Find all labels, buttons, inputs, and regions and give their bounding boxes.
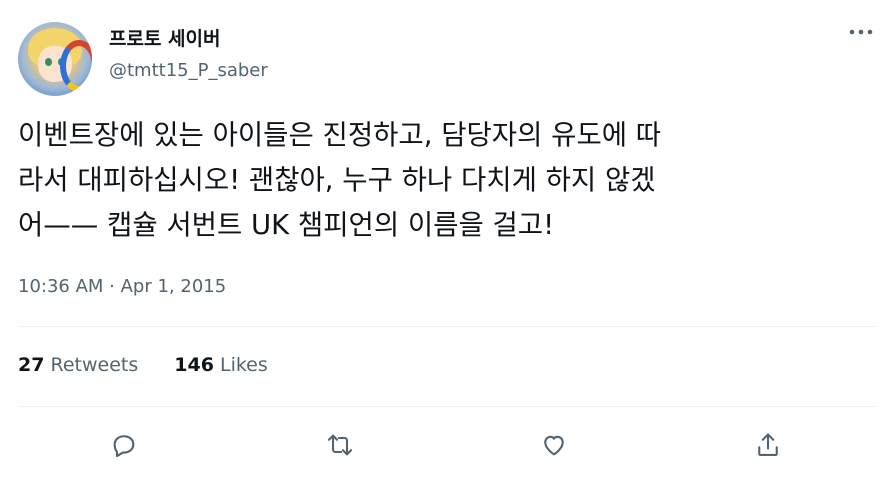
user-handle[interactable]: @tmtt15_P_saber xyxy=(109,60,268,81)
tweet-stats: 27 Retweets 146 Likes xyxy=(18,354,304,376)
tweet-actions xyxy=(0,422,894,468)
more-icon[interactable] xyxy=(846,20,876,44)
retweets-count: 27 xyxy=(18,354,45,376)
tweet-timestamp[interactable]: 10:36 AM · Apr 1, 2015 xyxy=(18,276,226,297)
tweet-text-line: 이벤트장에 있는 아이들은 진정하고, 담당자의 유도에 따 xyxy=(18,119,662,151)
avatar[interactable] xyxy=(18,22,92,96)
tweet-card: 프로토 세이버 @tmtt15_P_saber 이벤트장에 있는 아이들은 진정… xyxy=(0,0,894,499)
share-button[interactable] xyxy=(745,422,791,468)
display-name[interactable]: 프로토 세이버 xyxy=(109,24,221,51)
avatar-eye xyxy=(45,58,52,66)
heart-icon xyxy=(544,435,564,456)
retweet-icon xyxy=(327,434,353,456)
divider xyxy=(18,406,876,407)
retweets-label: Retweets xyxy=(50,354,139,376)
retweet-button[interactable] xyxy=(317,422,363,468)
reply-icon xyxy=(113,435,135,458)
reply-button[interactable] xyxy=(101,422,147,468)
divider xyxy=(18,326,876,327)
tweet-text-line: 어—— 캡슐 서번트 UK 챔피언의 이름을 걸고! xyxy=(18,209,555,241)
likes-count: 146 xyxy=(174,354,214,376)
retweets-stat[interactable]: 27 Retweets xyxy=(18,354,138,376)
tweet-text: 이벤트장에 있는 아이들은 진정하고, 담당자의 유도에 따 라서 대피하십시오… xyxy=(18,113,878,248)
more-horizontal-icon xyxy=(849,29,873,35)
like-button[interactable] xyxy=(531,422,577,468)
likes-stat[interactable]: 146 Likes xyxy=(174,354,268,376)
share-icon xyxy=(758,433,778,456)
likes-label: Likes xyxy=(219,354,268,376)
avatar-badge xyxy=(60,40,92,92)
tweet-text-line: 라서 대피하십시오! 괜찮아, 누구 하나 다치게 하지 않겠 xyxy=(18,164,656,196)
